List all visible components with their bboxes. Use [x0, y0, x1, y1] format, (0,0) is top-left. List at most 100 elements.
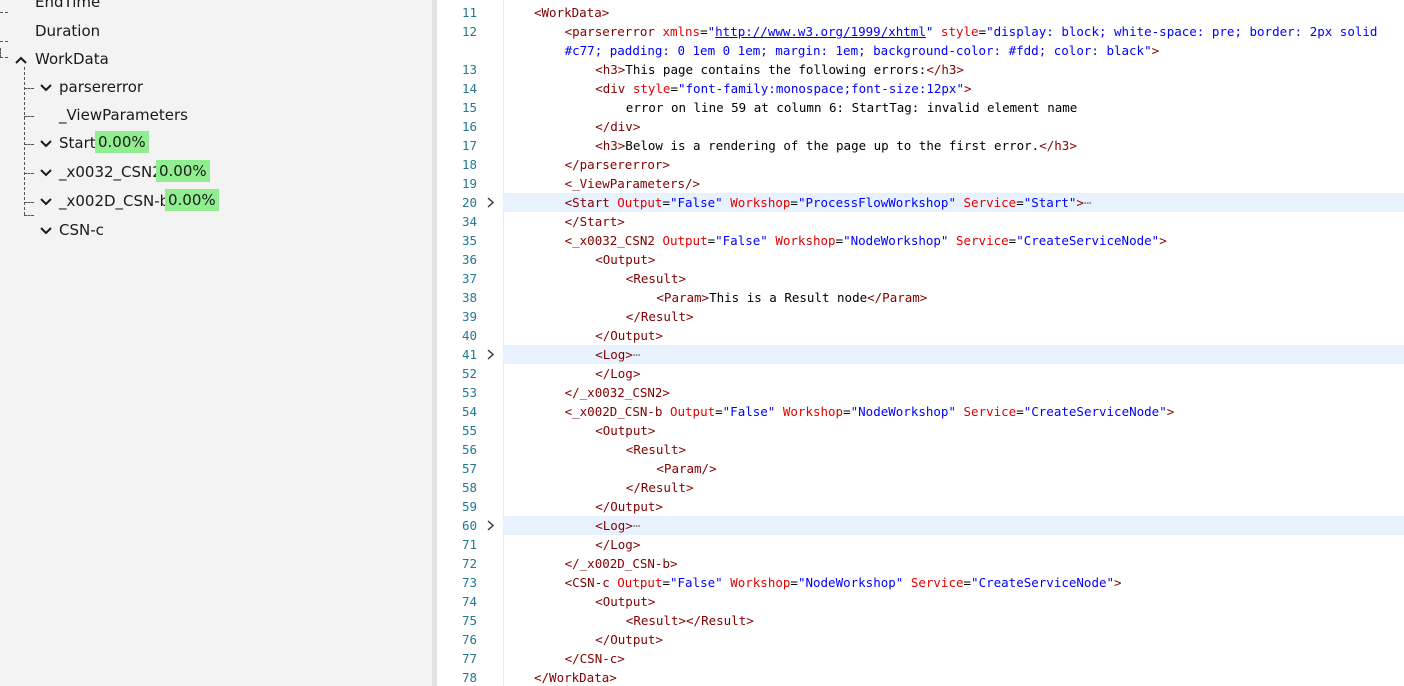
code-line[interactable]: 78 </WorkData>: [437, 668, 1404, 686]
code-line[interactable]: 53 </_x0032_CSN2>: [437, 383, 1404, 402]
xml-tag: >: [1166, 404, 1175, 419]
code-line[interactable]: 38 <Param>This is a Result node</Param>: [437, 288, 1404, 307]
line-number: 58: [461, 480, 477, 495]
fold-expand-chevron-icon[interactable]: [485, 345, 497, 364]
code-line[interactable]: 55 <Output>: [437, 421, 1404, 440]
xml-tag: </Start>: [564, 214, 625, 229]
folded-ellipsis[interactable]: ⋯: [633, 518, 641, 533]
folded-ellipsis[interactable]: ⋯: [1084, 195, 1092, 210]
code-line[interactable]: 18 </parsererror>: [437, 155, 1404, 174]
chevron-down-icon[interactable]: [38, 80, 54, 96]
xml-tag: </div>: [595, 119, 641, 134]
xml-tag: >: [1114, 575, 1122, 590]
code-line[interactable]: 54 <_x002D_CSN-b Output="False" Workshop=…: [437, 402, 1404, 421]
code-line[interactable]: 58 </Result>: [437, 478, 1404, 497]
code-text: <Param>This is a Result node</Param>: [656, 288, 927, 307]
code-line[interactable]: 37 <Result>: [437, 269, 1404, 288]
xml-text: [903, 575, 911, 590]
fold-expand-chevron-icon[interactable]: [485, 516, 497, 535]
folded-ellipsis[interactable]: ⋯: [633, 347, 641, 362]
chevron-down-icon[interactable]: [38, 223, 54, 239]
code-line[interactable]: 35 <_x0032_CSN2 Output="False" Workshop="…: [437, 231, 1404, 250]
chevron-up-icon[interactable]: [13, 52, 29, 68]
xml-text: This page contains the following errors:: [625, 62, 927, 77]
code-line[interactable]: 73 <CSN-c Output="False" Workshop="NodeWo…: [437, 573, 1404, 592]
xml-attribute: Output: [662, 233, 708, 248]
line-number: 36: [461, 252, 477, 267]
code-line[interactable]: 13 <h3>This page contains the following e…: [437, 60, 1404, 79]
code-text: </div>: [595, 117, 640, 136]
xml-value: "False": [669, 575, 723, 590]
fold-expand-chevron-icon[interactable]: [485, 193, 497, 212]
chevron-down-icon[interactable]: [38, 194, 54, 210]
code-line[interactable]: 17 <h3>Below is a rendering of the page u…: [437, 136, 1404, 155]
code-text: <Result></Result>: [626, 611, 754, 630]
code-line[interactable]: 74 <Output>: [437, 592, 1404, 611]
code-line[interactable]: 71 </Log>: [437, 535, 1404, 554]
code-text: <_ViewParameters/>: [565, 174, 700, 193]
xml-value: "False": [669, 195, 723, 210]
tree-item-label: _ViewParameters: [59, 106, 188, 124]
code-text: <h3>This page contains the following err…: [595, 60, 964, 79]
line-number: 75: [461, 613, 477, 628]
code-text: <div style="font-family:monospace;font-s…: [595, 79, 971, 98]
code-line[interactable]: 11 <WorkData>: [437, 3, 1404, 22]
code-line[interactable]: 12 <parsererror xmlns="http://www.w3.org/…: [437, 22, 1404, 41]
xml-value: "CreateServiceNode": [1023, 404, 1167, 419]
code-line[interactable]: 59 </Output>: [437, 497, 1404, 516]
xml-text: =: [963, 575, 972, 590]
code-text: <Output>: [595, 421, 655, 440]
xml-tag: <Param>: [656, 290, 710, 305]
line-number: 34: [461, 214, 477, 229]
code-line[interactable]: 41 <Log>⋯: [462, 345, 1404, 364]
xml-attribute: Service: [963, 195, 1017, 210]
code-line[interactable]: 15 error on line 59 at column 6: StartTag…: [437, 98, 1404, 117]
xml-tag: <Output>: [595, 252, 656, 267]
chevron-down-icon[interactable]: [38, 165, 54, 181]
chevron-down-icon[interactable]: [38, 136, 54, 152]
code-line[interactable]: 76 </Output>: [437, 630, 1404, 649]
code-line[interactable]: 36 <Output>: [437, 250, 1404, 269]
code-text: </Output>: [595, 497, 663, 516]
code-line[interactable]: 52 </Log>: [437, 364, 1404, 383]
xml-value: "NodeWorkshop": [843, 233, 949, 248]
xml-tag: </h3>: [926, 62, 964, 77]
xml-value: "NodeWorkshop": [850, 404, 956, 419]
xml-value: "CreateServiceNode": [1016, 233, 1160, 248]
code-line[interactable]: 77 </CSN-c>: [437, 649, 1404, 668]
xml-text: [625, 81, 633, 96]
code-line[interactable]: 60 <Log>⋯: [462, 516, 1404, 535]
xml-tag: </_x0032_CSN2>: [564, 385, 670, 400]
code-line[interactable]: 57 <Param/>: [437, 459, 1404, 478]
xml-tag: </_x002D_CSN-b>: [564, 556, 678, 571]
code-line[interactable]: 14 <div style="font-family:monospace;font…: [437, 79, 1404, 98]
xml-text: =: [843, 404, 851, 419]
xml-tag: </WorkData>: [534, 670, 617, 685]
code-line[interactable]: 19 <_ViewParameters/>: [437, 174, 1404, 193]
code-text: #c77; padding: 0 1em 0 1em; margin: 1em;…: [565, 41, 1160, 60]
xml-link[interactable]: http://www.w3.org/1999/xhtml: [715, 24, 926, 39]
progress-badge: 0.00%: [95, 131, 149, 153]
code-text: <CSN-c Output="False" Workshop="NodeWork…: [565, 573, 1122, 592]
code-text: </Output>: [595, 630, 663, 649]
xml-attribute: Output: [617, 575, 663, 590]
xml-tag: <Start: [564, 195, 610, 210]
code-text: </_x002D_CSN-b>: [565, 554, 678, 573]
code-line[interactable]: 39 </Result>: [437, 307, 1404, 326]
tree-connector-line: [24, 144, 34, 145]
code-line[interactable]: 34 </Start>: [437, 212, 1404, 231]
code-line[interactable]: 75 <Result></Result>: [437, 611, 1404, 630]
tree-item-label: Start: [59, 134, 96, 152]
code-line[interactable]: #c77; padding: 0 1em 0 1em; margin: 1em;…: [437, 41, 1404, 60]
xml-tag: <_x0032_CSN2: [564, 233, 655, 248]
code-line[interactable]: 20 <Start Output="False" Workshop="Proces…: [462, 193, 1404, 212]
code-text: <_x0032_CSN2 Output="False" Workshop="No…: [565, 231, 1167, 250]
xml-text: =: [1016, 195, 1024, 210]
xml-code-editor[interactable]: 11 <WorkData> 12 <parsererror xmlns="http:/…: [437, 0, 1404, 686]
code-line[interactable]: 16 </div>: [437, 117, 1404, 136]
code-line[interactable]: 40 </Output>: [437, 326, 1404, 345]
code-line[interactable]: 72 </_x002D_CSN-b>: [437, 554, 1404, 573]
code-line[interactable]: 56 <Result>: [437, 440, 1404, 459]
xml-tag: </Log>: [595, 537, 641, 552]
xml-attribute: xmlns: [662, 24, 701, 39]
